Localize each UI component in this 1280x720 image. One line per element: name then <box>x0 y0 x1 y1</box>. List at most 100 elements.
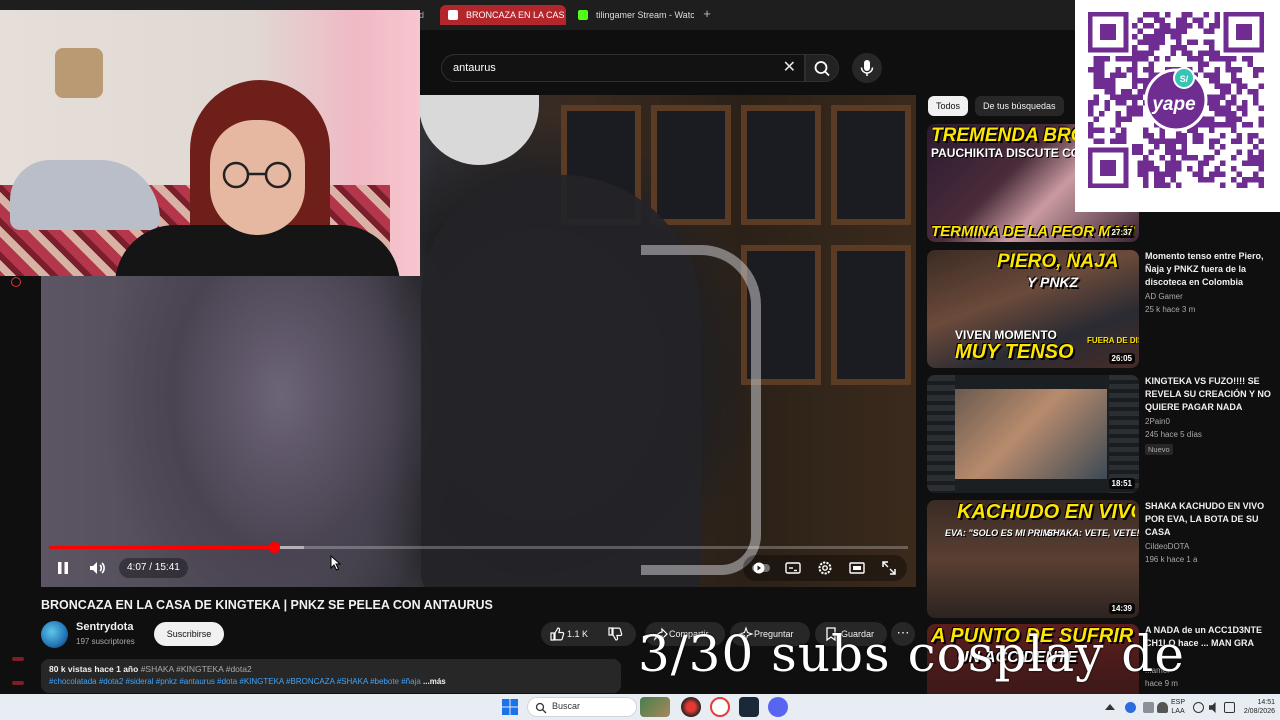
qr-module <box>1137 39 1143 45</box>
qr-module <box>1143 177 1149 183</box>
thumbs-down-icon[interactable] <box>607 626 623 642</box>
discord-icon[interactable] <box>768 697 788 717</box>
qr-module <box>1148 133 1154 139</box>
recommendation-channel[interactable]: AD Gamer <box>1145 292 1183 301</box>
app-tray-icon[interactable] <box>1125 702 1136 713</box>
search-input[interactable]: antaurus ✕ <box>441 54 805 82</box>
chip-all[interactable]: Todos <box>928 96 969 116</box>
settings-button[interactable] <box>815 558 835 578</box>
sidebar-icon[interactable] <box>12 657 24 661</box>
channel-avatar[interactable] <box>41 621 68 648</box>
recommendation-thumbnail[interactable]: KACHUDO EN VIVO!! EVA: "SOLO ES MI PRIMO… <box>927 500 1139 618</box>
thumbs-up-icon[interactable] <box>549 626 565 642</box>
taskbar-search[interactable]: Buscar <box>527 697 637 717</box>
recommendation-title[interactable]: SHAKA KACHUDO EN VIVO POR EVA, LA BOTA D… <box>1145 500 1271 539</box>
progress-bar[interactable] <box>49 542 908 553</box>
qr-module <box>1220 105 1226 111</box>
qr-module <box>1143 171 1149 177</box>
pause-button[interactable] <box>51 556 75 580</box>
qr-module <box>1099 78 1105 84</box>
recommendation-item[interactable]: PIERO, ÑAJA Y PNKZ VIVEN MOMENTO MUY TEN… <box>927 250 1277 368</box>
subscribe-button[interactable]: Suscribirse <box>154 622 224 646</box>
qr-module <box>1198 122 1204 128</box>
like-count[interactable]: 1.1 K <box>567 622 588 646</box>
description-box[interactable]: 80 k vistas hace 1 año #SHAKA #KINGTEKA … <box>41 659 621 693</box>
recommendation-thumbnail[interactable]: 18:51 <box>927 375 1139 493</box>
qr-module <box>1198 171 1204 177</box>
qr-module <box>1258 138 1264 144</box>
recommendation-thumbnail[interactable]: PIERO, ÑAJA Y PNKZ VIVEN MOMENTO MUY TEN… <box>927 250 1139 368</box>
volume-icon[interactable] <box>1209 702 1216 713</box>
qr-module <box>1143 39 1149 45</box>
subtitles-button[interactable] <box>783 558 803 578</box>
qr-module <box>1242 122 1248 128</box>
qr-module <box>1236 149 1242 155</box>
qr-module <box>1154 182 1160 188</box>
qr-module <box>1110 89 1116 95</box>
taskbar-app-widget[interactable] <box>640 697 670 717</box>
qr-module <box>1258 116 1264 122</box>
recommendation-title[interactable]: KINGTEKA VS FUZO!!!! SE REVELA SU CREACI… <box>1145 375 1271 414</box>
qr-module <box>1121 133 1127 139</box>
qr-module <box>1143 34 1149 40</box>
qr-module <box>1121 100 1127 106</box>
qr-module <box>1198 133 1204 139</box>
sidebar-icon[interactable] <box>11 277 21 287</box>
qr-badge: S/ <box>1180 74 1189 84</box>
recommendation-item[interactable]: KACHUDO EN VIVO!! EVA: "SOLO ES MI PRIMO… <box>927 500 1277 618</box>
show-more-link[interactable]: ...más <box>423 677 446 686</box>
recommendation-channel[interactable]: CildeoDOTA <box>1145 542 1189 551</box>
microphone-icon[interactable] <box>1157 702 1168 713</box>
qr-module <box>1181 149 1187 155</box>
qr-module <box>1231 127 1237 133</box>
qr-module <box>1236 78 1242 84</box>
channel-name[interactable]: Sentrydota <box>76 621 133 633</box>
progress-scrubber[interactable] <box>269 542 281 553</box>
voice-search-button[interactable] <box>852 53 882 83</box>
theater-mode-button[interactable] <box>847 558 867 578</box>
steam-icon[interactable] <box>739 697 759 717</box>
fullscreen-button[interactable] <box>879 558 899 578</box>
qr-module <box>1220 122 1226 128</box>
battery-icon[interactable] <box>1224 702 1235 713</box>
qr-module <box>1093 94 1099 100</box>
hashtag-line[interactable]: #chocolatada #dota2 #sideral #pnkz #anta… <box>49 677 421 686</box>
qr-module <box>1170 160 1176 166</box>
qr-module <box>1165 171 1171 177</box>
tab-stream[interactable]: tilingamer Stream - Watch <box>570 5 694 25</box>
clear-search-icon[interactable]: ✕ <box>783 59 796 77</box>
autoplay-toggle[interactable] <box>751 558 771 578</box>
taskbar-app-icon[interactable] <box>681 697 701 717</box>
recommendation-item[interactable]: 18:51 KINGTEKA VS FUZO!!!! SE REVELA SU … <box>927 375 1277 493</box>
qr-module <box>1192 56 1198 62</box>
clock[interactable]: 14:51 2/08/2026 <box>1235 698 1275 716</box>
qr-module <box>1181 155 1187 161</box>
qr-module <box>1253 72 1259 78</box>
volume-button[interactable] <box>85 556 109 580</box>
player-right-controls <box>743 555 907 581</box>
chip-from-searches[interactable]: De tus búsquedas <box>975 96 1064 116</box>
recommendation-channel[interactable]: 2Pain0 <box>1145 417 1170 426</box>
qr-module <box>1242 111 1248 117</box>
qr-module <box>1154 45 1160 51</box>
qr-module <box>1165 144 1171 150</box>
chevron-up-icon[interactable] <box>1105 704 1115 710</box>
app-tray-icon[interactable] <box>1143 702 1154 713</box>
qr-module <box>1220 133 1226 139</box>
new-tab-button[interactable]: + <box>700 7 714 21</box>
progress-played <box>49 546 275 549</box>
search-button[interactable] <box>805 54 839 82</box>
wifi-icon[interactable] <box>1193 702 1204 713</box>
opera-icon[interactable] <box>710 697 730 717</box>
qr-module <box>1203 177 1209 183</box>
windows-start-icon[interactable] <box>502 699 518 715</box>
language-indicator[interactable]: ESP LAA <box>1171 698 1185 716</box>
qr-module <box>1187 155 1193 161</box>
qr-module <box>1170 138 1176 144</box>
qr-module <box>1225 67 1231 73</box>
qr-module <box>1176 149 1182 155</box>
recommendation-title[interactable]: Momento tenso entre Piero, Ñaja y PNKZ f… <box>1145 250 1271 289</box>
tab-active-video[interactable]: BRONCAZA EN LA CAS <box>440 5 566 25</box>
sidebar-icon[interactable] <box>12 681 24 685</box>
top-hashtags[interactable]: #SHAKA #KINGTEKA #dota2 <box>141 664 252 674</box>
